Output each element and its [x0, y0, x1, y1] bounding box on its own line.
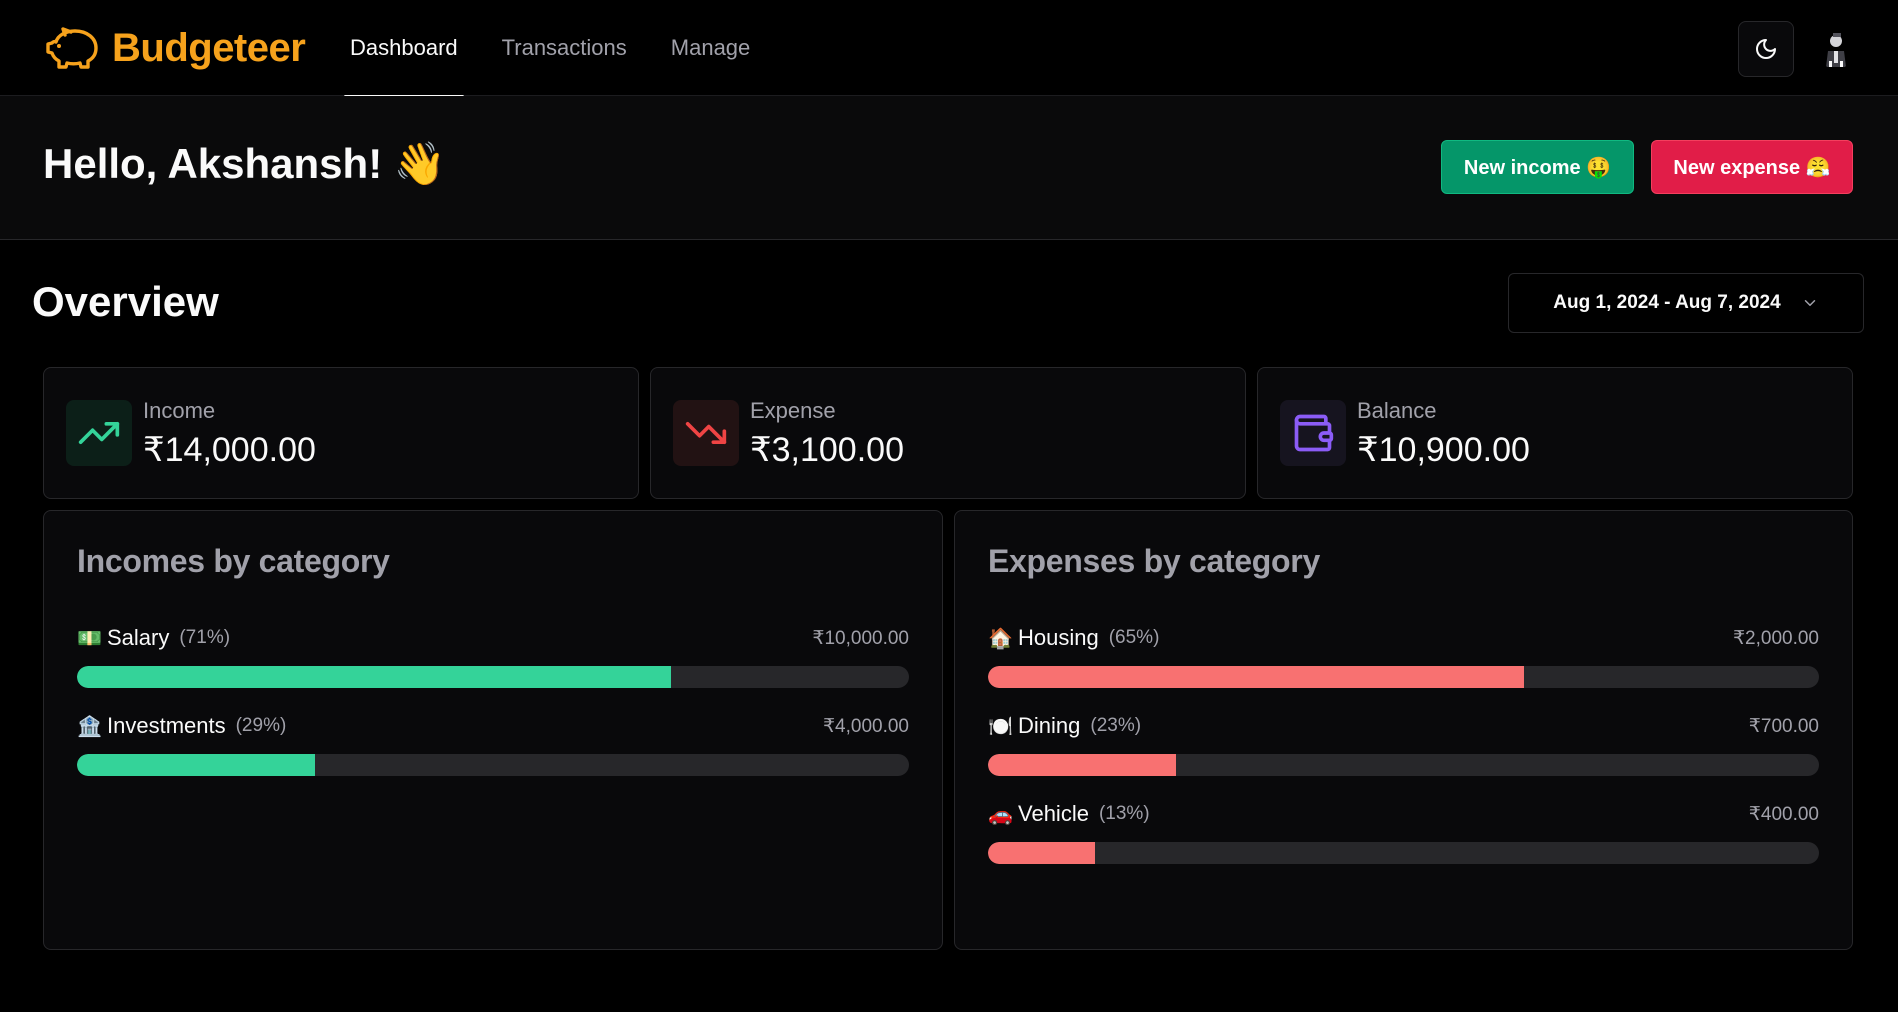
- balance-value: ₹10,900.00: [1357, 431, 1530, 469]
- category-name: Vehicle: [1018, 801, 1089, 826]
- greeting-heading: Hello, Akshansh! 👋: [43, 140, 447, 187]
- category-name: Salary: [107, 625, 170, 650]
- salary-emoji-icon: 💵: [77, 627, 102, 650]
- moon-icon: [1756, 39, 1776, 59]
- main-nav: Dashboard Transactions Manage: [344, 0, 788, 98]
- nav-manage[interactable]: Manage: [665, 0, 757, 96]
- expense-label: Expense: [750, 398, 836, 423]
- trending-up-icon: [66, 400, 132, 466]
- category-percent: (71%): [179, 627, 231, 648]
- incomes-panel-title: Incomes by category: [77, 543, 390, 579]
- expense-category-row: 🍽️ Dining (23%) ₹700.00: [988, 713, 1819, 783]
- category-percent: (29%): [235, 715, 287, 736]
- category-percent: (23%): [1090, 715, 1142, 736]
- expense-stat-card: Expense ₹3,100.00: [650, 367, 1246, 499]
- theme-toggle-button[interactable]: [1738, 21, 1794, 77]
- progress-track: [988, 842, 1819, 864]
- category-name: Housing: [1018, 625, 1099, 650]
- trending-down-icon: [673, 400, 739, 466]
- progress-track: [988, 666, 1819, 688]
- income-category-row: 💵 Salary (71%) ₹10,000.00: [77, 625, 909, 695]
- date-range-text: Aug 1, 2024 - Aug 7, 2024: [1553, 292, 1781, 313]
- expense-value: ₹3,100.00: [750, 431, 904, 469]
- avatar-image: [1816, 29, 1856, 69]
- progress-fill: [988, 754, 1176, 776]
- category-amount: ₹2,000.00: [1732, 628, 1819, 649]
- wallet-icon: [1280, 400, 1346, 466]
- nav-transactions[interactable]: Transactions: [496, 0, 633, 96]
- category-amount: ₹700.00: [1748, 716, 1819, 737]
- category-name: Investments: [107, 713, 226, 738]
- expenses-by-category-panel: Expenses by category 🏠 Housing (65%) ₹2,…: [954, 510, 1853, 950]
- category-amount: ₹400.00: [1748, 804, 1819, 825]
- incomes-by-category-panel: Incomes by category 💵 Salary (71%) ₹10,0…: [43, 510, 943, 950]
- greeting-bar: Hello, Akshansh! 👋 New income 🤑 New expe…: [0, 96, 1898, 240]
- category-amount: ₹4,000.00: [822, 716, 909, 737]
- progress-fill: [77, 754, 315, 776]
- overview-title: Overview: [32, 278, 219, 325]
- category-amount: ₹10,000.00: [812, 628, 909, 649]
- house-emoji-icon: 🏠: [988, 627, 1013, 650]
- expense-category-row: 🏠 Housing (65%) ₹2,000.00: [988, 625, 1819, 695]
- car-emoji-icon: 🚗: [988, 803, 1013, 826]
- date-range-picker[interactable]: Aug 1, 2024 - Aug 7, 2024: [1508, 273, 1864, 333]
- category-percent: (13%): [1098, 803, 1150, 824]
- plate-emoji-icon: 🍽️: [988, 715, 1013, 738]
- progress-track: [77, 754, 909, 776]
- brand[interactable]: Budgeteer: [44, 25, 306, 70]
- nav-dashboard[interactable]: Dashboard: [344, 0, 464, 98]
- piggy-bank-icon: [46, 27, 98, 69]
- user-avatar[interactable]: [1816, 29, 1856, 69]
- progress-fill: [988, 666, 1524, 688]
- income-category-row: 🏦 Investments (29%) ₹4,000.00: [77, 713, 909, 783]
- category-name: Dining: [1018, 713, 1081, 738]
- new-income-button[interactable]: New income 🤑: [1441, 140, 1634, 194]
- income-stat-card: Income ₹14,000.00: [43, 367, 639, 499]
- income-label: Income: [143, 398, 216, 423]
- chevron-down-icon: [1804, 300, 1815, 306]
- new-expense-button[interactable]: New expense 😤: [1651, 140, 1853, 194]
- brand-name: Budgeteer: [112, 25, 306, 70]
- progress-fill: [988, 842, 1096, 864]
- balance-label: Balance: [1357, 398, 1437, 423]
- expense-category-row: 🚗 Vehicle (13%) ₹400.00: [988, 801, 1819, 871]
- category-percent: (65%): [1108, 627, 1160, 648]
- progress-track: [988, 754, 1819, 776]
- expenses-panel-title: Expenses by category: [988, 543, 1320, 579]
- income-value: ₹14,000.00: [143, 431, 316, 469]
- progress-track: [77, 666, 909, 688]
- bank-emoji-icon: 🏦: [77, 715, 102, 738]
- progress-fill: [77, 666, 672, 688]
- top-navbar: Budgeteer Dashboard Transactions Manage: [0, 0, 1898, 98]
- balance-stat-card: Balance ₹10,900.00: [1257, 367, 1853, 499]
